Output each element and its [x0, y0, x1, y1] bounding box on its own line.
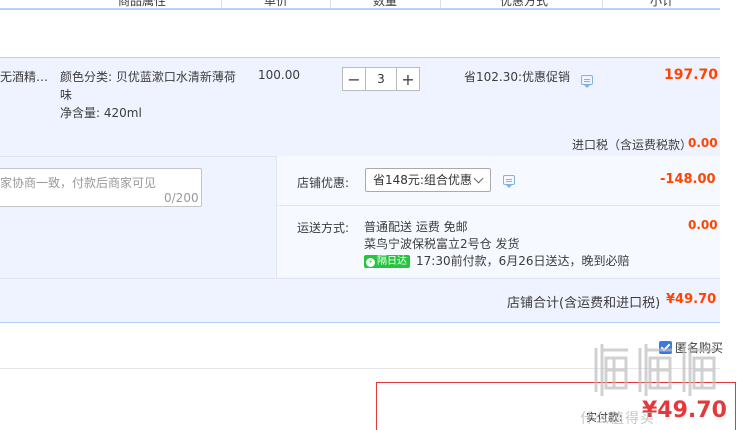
tax-label: 进口税（含运费税款）: [572, 138, 693, 152]
shipping-method: 普通配送 运费 免邮: [364, 220, 468, 234]
decrease-button[interactable]: −: [342, 67, 366, 91]
sku-color-cont: 味: [60, 88, 73, 102]
shop-discount-selected: 省148元:组合优惠: [373, 173, 472, 187]
quantity-stepper: − 3 +: [342, 67, 420, 91]
header-col-quantity: 数量: [373, 0, 398, 8]
watermark-text: 什么值得买: [580, 411, 655, 427]
shipping-warehouse: 菜鸟宁波保税富立2号仓 发货: [364, 237, 520, 251]
increase-button[interactable]: +: [396, 67, 420, 91]
message-placeholder: 家协商一致，付款后商家可见: [0, 176, 157, 190]
promo-info: 省102.30:优惠促销: [464, 68, 593, 88]
promo-text: 省102.30:优惠促销: [464, 70, 571, 84]
header-col-attributes: 商品属性: [118, 0, 167, 8]
chat-icon[interactable]: [580, 75, 593, 88]
shipping-value: 0.00: [688, 218, 718, 232]
badge-label: 隔日达: [377, 256, 407, 267]
header-divider: [221, 0, 222, 8]
lightning-icon: ⚡: [366, 258, 375, 267]
tax-value: 0.00: [688, 136, 718, 150]
message-counter: 0/200: [164, 191, 199, 205]
shop-discount-select[interactable]: 省148元:组合优惠: [365, 168, 491, 192]
shop-discount-value: -148.00: [660, 172, 716, 187]
next-day-badge: ⚡ 隔日达: [364, 255, 410, 268]
shop-total-label: 店铺合计(含运费和进口税): [507, 296, 661, 311]
table-header: 商品属性 单价 数量 优惠方式 小计: [0, 0, 720, 10]
delivery-info: ⚡ 隔日达 17:30前付款，6月26日送达，晚到必赔: [364, 252, 630, 269]
shipping-label: 运送方式:: [297, 221, 350, 235]
sku-color: 颜色分类: 贝优蓝漱口水清新薄荷: [60, 70, 236, 84]
header-col-subtotal: 小计: [650, 0, 675, 8]
chat-icon[interactable]: [503, 175, 515, 188]
header-divider: [602, 0, 603, 8]
chevron-down-icon: [473, 173, 484, 184]
header-divider: [440, 0, 441, 8]
unit-price: 100.00: [258, 68, 300, 82]
header-col-discount: 优惠方式: [500, 0, 549, 8]
quantity-input[interactable]: 3: [366, 67, 396, 91]
shop-discount-label: 店铺优惠:: [297, 176, 350, 190]
divider: [276, 205, 720, 206]
header-divider: [330, 0, 331, 8]
watermark-logo: [594, 344, 716, 396]
header-col-price: 单价: [264, 0, 289, 8]
delivery-note: 17:30前付款，6月26日送达，晚到必赔: [416, 254, 630, 268]
shop-total-value: ¥49.70: [666, 292, 717, 307]
item-subtotal: 197.70: [664, 67, 719, 83]
item-title-link[interactable]: 无酒精便...: [0, 68, 56, 85]
sku-volume: 净含量: 420ml: [60, 106, 142, 120]
